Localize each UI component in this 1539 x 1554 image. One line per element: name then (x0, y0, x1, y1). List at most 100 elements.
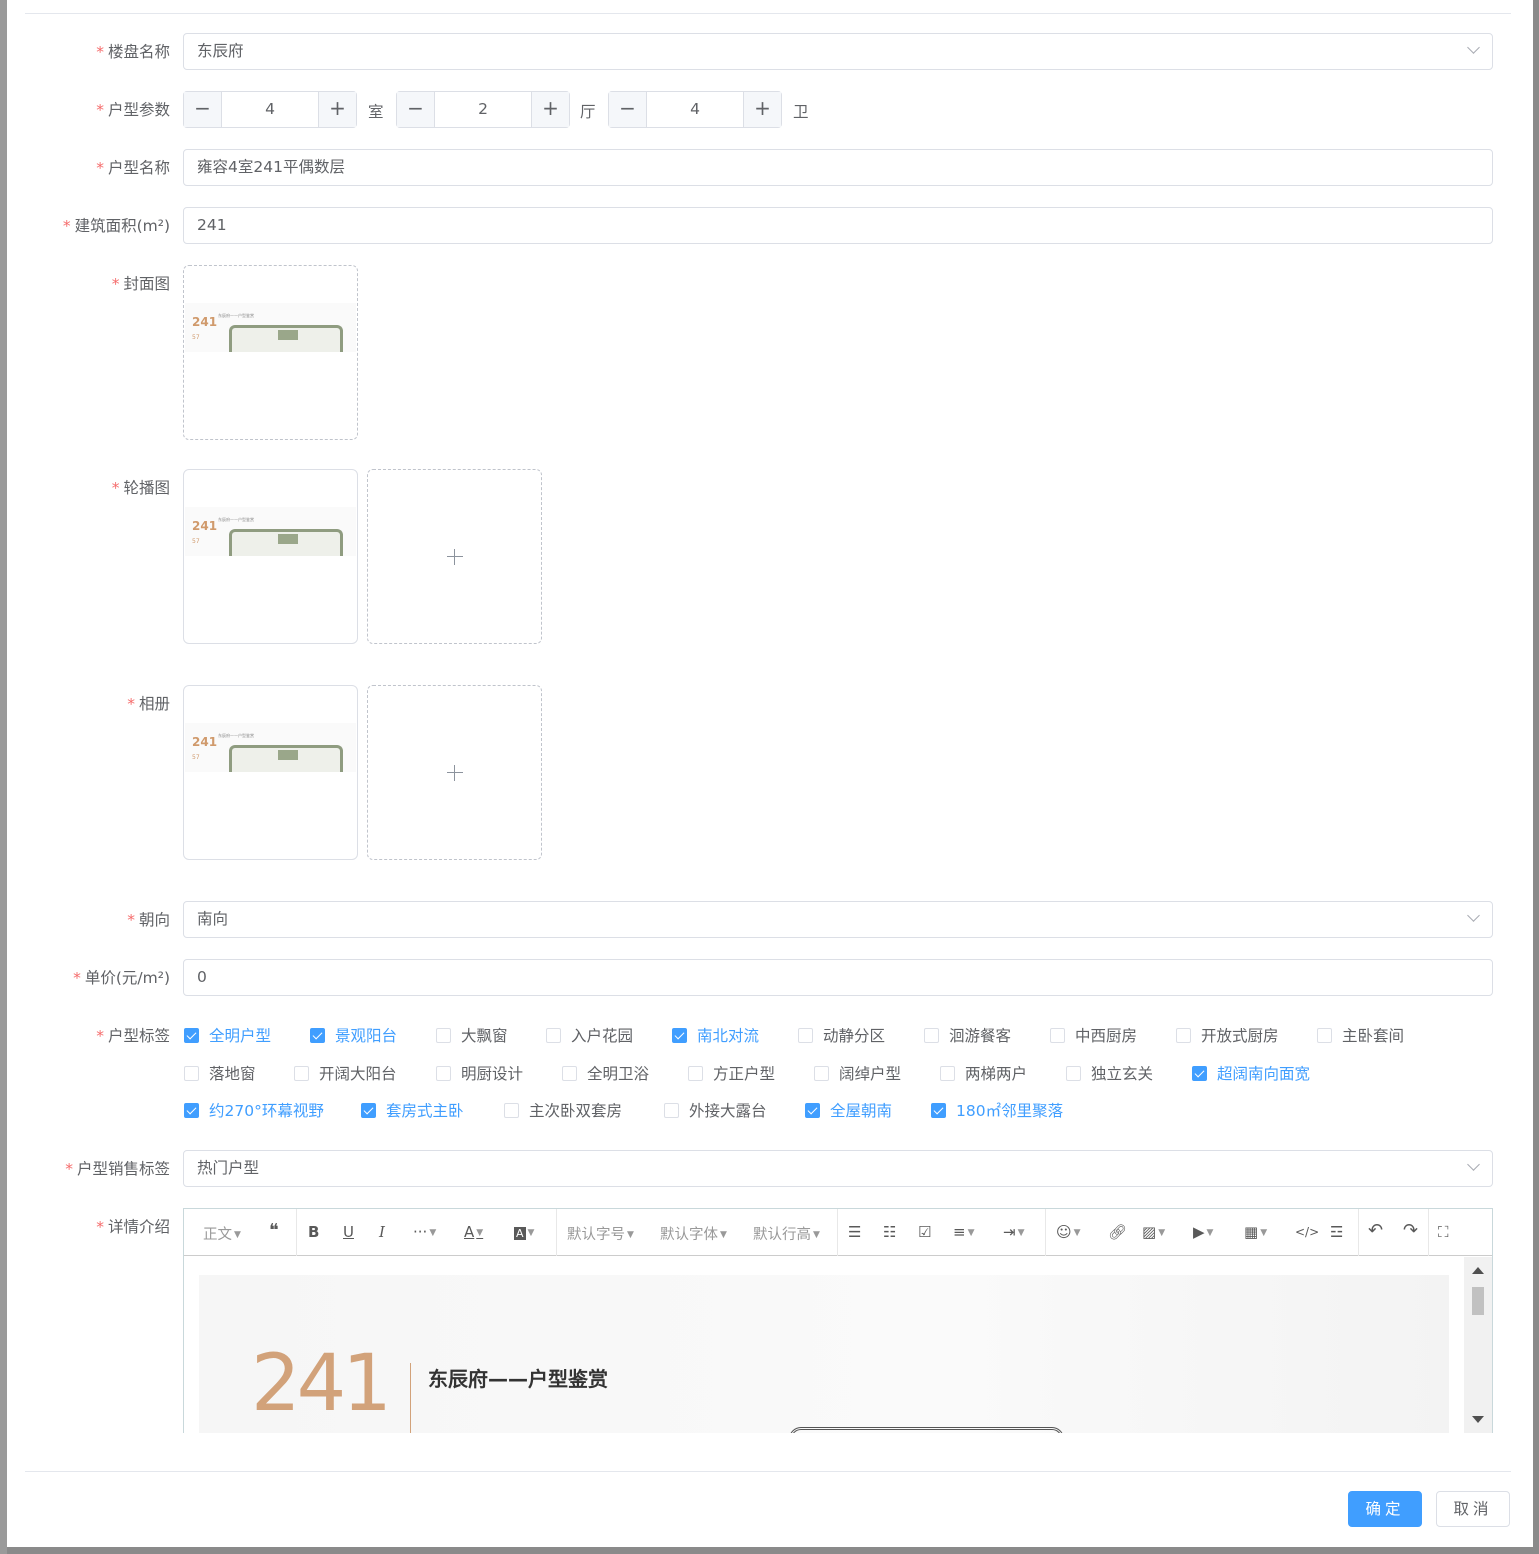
tag-checkbox[interactable]: 南北对流 (672, 1025, 759, 1045)
baths-value[interactable]: 4 (647, 92, 743, 127)
tag-checkbox[interactable]: 开放式厨房 (1176, 1025, 1279, 1045)
italic-icon[interactable]: I (379, 1223, 385, 1241)
background-color-icon[interactable]: A ▼ (514, 1223, 534, 1241)
checkbox-icon[interactable] (436, 1027, 451, 1043)
carousel-image[interactable]: 241 57 东辰府——户型鉴赏 (183, 469, 358, 644)
checkbox-icon[interactable] (1317, 1027, 1332, 1043)
cancel-button[interactable]: 取消 (1436, 1491, 1510, 1527)
checkbox-icon[interactable] (1192, 1065, 1207, 1081)
redo-icon[interactable]: ↷ (1403, 1220, 1418, 1241)
carousel-add-button[interactable] (367, 469, 542, 644)
emotion-icon[interactable]: ☺ ▼ (1056, 1223, 1081, 1241)
editor-scrollbar[interactable] (1464, 1257, 1492, 1433)
tag-checkbox[interactable]: 两梯两户 (940, 1063, 1027, 1083)
checkbox-icon[interactable] (688, 1065, 703, 1081)
layout-name-input[interactable]: 雍容4室241平偶数层 (183, 149, 1493, 186)
checkbox-icon[interactable] (361, 1102, 376, 1118)
bold-icon[interactable]: B (308, 1223, 319, 1241)
checkbox-icon[interactable] (310, 1027, 325, 1043)
rooms-increase-button[interactable]: + (318, 92, 356, 127)
quote-icon[interactable]: ❝ (269, 1220, 279, 1241)
tag-checkbox[interactable]: 开阔大阳台 (294, 1063, 397, 1083)
checkbox-icon[interactable] (504, 1102, 519, 1118)
tag-checkbox[interactable]: 套房式主卧 (361, 1100, 464, 1120)
checkbox-icon[interactable] (436, 1065, 451, 1081)
checkbox-icon[interactable] (1066, 1065, 1081, 1081)
halls-value[interactable]: 2 (435, 92, 531, 127)
checkbox-icon[interactable] (294, 1065, 309, 1081)
album-image[interactable]: 241 57 东辰府——户型鉴赏 (183, 685, 358, 860)
checkbox-icon[interactable] (562, 1065, 577, 1081)
tag-checkbox[interactable]: 方正户型 (688, 1063, 775, 1083)
tag-checkbox[interactable]: 主次卧双套房 (504, 1100, 622, 1120)
tag-checkbox[interactable]: 中西厨房 (1050, 1025, 1137, 1045)
cover-image[interactable]: 241 57 东辰府——户型鉴赏 (183, 265, 358, 440)
checkbox-icon[interactable] (664, 1102, 679, 1118)
checkbox-icon[interactable] (184, 1027, 199, 1043)
tag-checkbox[interactable]: 大飘窗 (436, 1025, 508, 1045)
album-add-button[interactable] (367, 685, 542, 860)
checkbox-icon[interactable] (931, 1102, 946, 1118)
more-style-icon[interactable]: ··· ▼ (413, 1223, 436, 1241)
scroll-up-icon[interactable] (1472, 1267, 1484, 1274)
font-family-menu[interactable]: 默认字体 ▼ (660, 1223, 727, 1244)
rooms-decrease-button[interactable]: − (184, 92, 222, 127)
checkbox-icon[interactable] (798, 1027, 813, 1043)
halls-decrease-button[interactable]: − (397, 92, 435, 127)
confirm-button[interactable]: 确定 (1348, 1491, 1422, 1527)
video-icon[interactable]: ▶ ▼ (1193, 1223, 1213, 1241)
divider-icon[interactable]: ☲ (1330, 1223, 1343, 1241)
code-icon[interactable]: </> (1295, 1225, 1319, 1239)
checkbox-icon[interactable] (814, 1065, 829, 1081)
area-input[interactable]: 241 (183, 207, 1493, 244)
orientation-select[interactable]: 南向 (183, 901, 1493, 938)
tag-checkbox[interactable]: 全屋朝南 (805, 1100, 892, 1120)
tag-checkbox[interactable]: 明厨设计 (436, 1063, 523, 1083)
checkbox-icon[interactable] (672, 1027, 687, 1043)
tag-checkbox[interactable]: 外接大露台 (664, 1100, 767, 1120)
tag-checkbox[interactable]: 景观阳台 (310, 1025, 397, 1045)
fullscreen-icon[interactable]: ⛶ (1438, 1223, 1449, 1241)
price-input[interactable]: 0 (183, 959, 1493, 996)
table-icon[interactable]: ▦ ▼ (1244, 1223, 1267, 1241)
checkbox-icon[interactable] (1050, 1027, 1065, 1043)
tag-checkbox[interactable]: 落地窗 (184, 1063, 256, 1083)
tag-checkbox[interactable]: 阔绰户型 (814, 1063, 901, 1083)
checkbox-icon[interactable] (805, 1102, 820, 1118)
paragraph-format-menu[interactable]: 正文 ▼ (203, 1223, 241, 1244)
tag-checkbox[interactable]: 全明户型 (184, 1025, 271, 1045)
image-icon[interactable]: ▨ ▼ (1142, 1223, 1165, 1241)
tag-checkbox[interactable]: 入户花园 (546, 1025, 633, 1045)
tag-checkbox[interactable]: 主卧套间 (1317, 1025, 1404, 1045)
line-height-menu[interactable]: 默认行高 ▼ (753, 1223, 820, 1244)
underline-icon[interactable]: U (343, 1223, 354, 1241)
baths-decrease-button[interactable]: − (609, 92, 647, 127)
sales-tag-select[interactable]: 热门户型 (183, 1150, 1493, 1187)
tag-checkbox[interactable]: 洄游餐客 (924, 1025, 1011, 1045)
editor-content[interactable]: 241 东辰府——户型鉴赏 (184, 1257, 1464, 1433)
tag-checkbox[interactable]: 全明卫浴 (562, 1063, 649, 1083)
tag-checkbox[interactable]: 约270°环幕视野 (184, 1100, 324, 1120)
halls-increase-button[interactable]: + (531, 92, 569, 127)
tag-checkbox[interactable]: 180㎡邻里聚落 (931, 1100, 1063, 1120)
undo-icon[interactable]: ↶ (1368, 1220, 1383, 1241)
numbered-list-icon[interactable]: ☷ (883, 1223, 896, 1241)
baths-increase-button[interactable]: + (743, 92, 781, 127)
link-icon[interactable]: 🔗︎ (1108, 1223, 1127, 1241)
justify-icon[interactable]: ≡ ▼ (953, 1223, 975, 1241)
checkbox-icon[interactable] (184, 1102, 199, 1118)
tag-checkbox[interactable]: 独立玄关 (1066, 1063, 1153, 1083)
todo-icon[interactable]: ☑ (918, 1223, 931, 1241)
bulleted-list-icon[interactable]: ☰ (848, 1223, 861, 1241)
estate-select[interactable]: 东辰府 (183, 33, 1493, 70)
scroll-thumb[interactable] (1472, 1287, 1484, 1315)
tag-checkbox[interactable]: 超阔南向面宽 (1192, 1063, 1310, 1083)
checkbox-icon[interactable] (940, 1065, 955, 1081)
indent-icon[interactable]: ⇥ ▼ (1003, 1223, 1025, 1241)
checkbox-icon[interactable] (1176, 1027, 1191, 1043)
scroll-down-icon[interactable] (1472, 1416, 1484, 1423)
checkbox-icon[interactable] (924, 1027, 939, 1043)
rooms-value[interactable]: 4 (222, 92, 318, 127)
checkbox-icon[interactable] (184, 1065, 199, 1081)
tag-checkbox[interactable]: 动静分区 (798, 1025, 885, 1045)
